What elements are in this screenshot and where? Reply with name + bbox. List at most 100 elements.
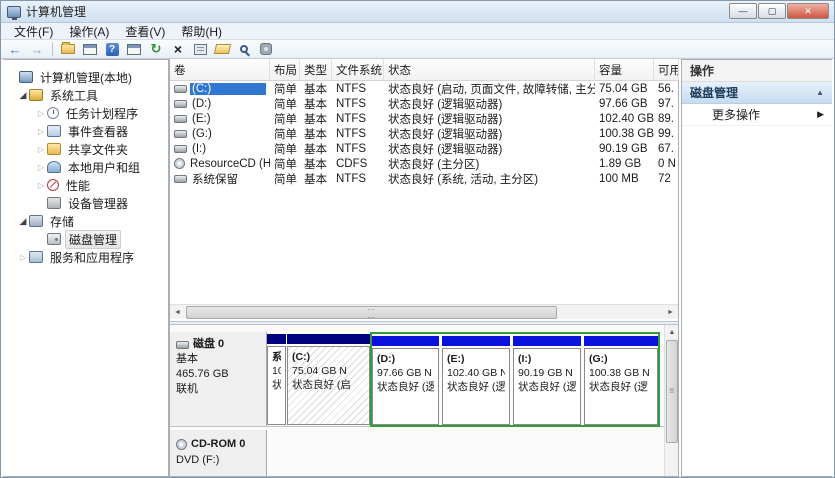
partition-g[interactable]: (G:) 100.38 GB N 状态良好 (逻: [584, 336, 658, 425]
tree-item-services-apps[interactable]: ▷ 服务和应用程序: [3, 248, 168, 266]
horizontal-scrollbar-thumb[interactable]: [186, 306, 557, 319]
drive-icon: [174, 175, 187, 183]
table-row-volume-c[interactable]: (C:) 简单 基本 NTFS 状态良好 (启动, 页面文件, 故障转储, 主分…: [170, 81, 678, 96]
actions-panel-title: 操作: [682, 60, 832, 82]
column-header-status[interactable]: 状态: [384, 59, 595, 80]
menu-bar: 文件(F) 操作(A) 查看(V) 帮助(H): [1, 23, 834, 40]
tree-item-system-tools[interactable]: ◢ 系统工具: [3, 86, 168, 104]
expander-closed-icon[interactable]: ▷: [35, 109, 47, 118]
table-row-volume-system-reserved[interactable]: 系统保留 简单 基本 NTFS 状态良好 (系统, 活动, 主分区) 100 M…: [170, 171, 678, 186]
horizontal-scrollbar[interactable]: ◄ ►: [170, 304, 678, 319]
disk-0-label[interactable]: 磁盘 0 基本 465.76 GB 联机: [170, 332, 267, 426]
event-viewer-icon: [47, 125, 61, 137]
back-icon[interactable]: ←: [6, 41, 24, 57]
tree-item-task-scheduler[interactable]: ▷ 任务计划程序: [3, 104, 168, 122]
disk-management-view: 卷 布局 类型 文件系统 状态 容量 可用 (C:) 简单 基本 NTFS 状态…: [169, 59, 679, 477]
column-header-filesystem[interactable]: 文件系统: [332, 59, 384, 80]
tree-item-shared-folders[interactable]: ▷ 共享文件夹: [3, 140, 168, 158]
open-folder-icon[interactable]: [213, 41, 231, 57]
partition-i[interactable]: (I:) 90.19 GB N 状态良好 (逻: [513, 336, 581, 425]
menu-help[interactable]: 帮助(H): [174, 22, 229, 41]
forward-icon[interactable]: →: [28, 41, 46, 57]
system-tools-icon: [29, 89, 43, 101]
device-manager-icon: [47, 197, 61, 209]
expander-open-icon[interactable]: ◢: [17, 216, 29, 227]
partition-system-reserved[interactable]: 系统 100 状态: [267, 334, 286, 425]
title-bar[interactable]: 计算机管理 — ▢ ✕: [1, 1, 834, 23]
window-title: 计算机管理: [26, 3, 86, 20]
partition-c[interactable]: (C:) 75.04 GB N 状态良好 (启: [287, 334, 370, 425]
column-header-type[interactable]: 类型: [300, 59, 332, 80]
tree-item-storage[interactable]: ◢ 存储: [3, 212, 168, 230]
primary-partition-band: [267, 334, 286, 344]
disk-management-icon: [47, 233, 61, 245]
actions-section-disk-management[interactable]: 磁盘管理 ▲: [682, 82, 832, 104]
logical-drive-band: [513, 336, 581, 346]
tree-item-computer-management[interactable]: 计算机管理(本地): [3, 68, 168, 86]
cdrom-0-label[interactable]: CD-ROM 0 DVD (F:): [170, 430, 267, 476]
tree-item-device-manager[interactable]: 设备管理器: [3, 194, 168, 212]
expander-closed-icon[interactable]: ▷: [35, 145, 47, 154]
delete-icon[interactable]: ×: [169, 41, 187, 57]
snap-in-icon[interactable]: [257, 41, 275, 57]
table-row-volume-resourcecd[interactable]: ResourceCD (H:) 简单 基本 CDFS 状态良好 (主分区) 1.…: [170, 156, 678, 171]
vertical-scrollbar[interactable]: ▲: [664, 325, 678, 476]
expander-closed-icon[interactable]: ▷: [35, 163, 47, 172]
column-header-layout[interactable]: 布局: [270, 59, 300, 80]
actions-panel: 操作 磁盘管理 ▲ 更多操作 ▶: [681, 59, 832, 477]
performance-icon: [47, 179, 59, 191]
expander-closed-icon[interactable]: ▷: [35, 127, 47, 136]
computer-management-window: 计算机管理 — ▢ ✕ 文件(F) 操作(A) 查看(V) 帮助(H) ← → …: [0, 0, 835, 478]
folder-icon[interactable]: [59, 41, 77, 57]
column-header-capacity[interactable]: 容量: [595, 59, 654, 80]
close-button[interactable]: ✕: [787, 3, 829, 19]
scroll-up-arrow-icon[interactable]: ▲: [666, 326, 678, 339]
toolbar: ← → ? ↻ ×: [1, 40, 834, 59]
search-icon[interactable]: [235, 41, 253, 57]
disk-0-row: 磁盘 0 基本 465.76 GB 联机 系统 100 状态: [170, 332, 664, 427]
volume-list-header: 卷 布局 类型 文件系统 状态 容量 可用: [170, 59, 678, 81]
table-row-volume-i[interactable]: (I:) 简单 基本 NTFS 状态良好 (逻辑驱动器) 90.19 GB 67…: [170, 141, 678, 156]
refresh-icon[interactable]: ↻: [147, 41, 165, 57]
menu-action[interactable]: 操作(A): [62, 22, 116, 41]
table-row-volume-g[interactable]: (G:) 简单 基本 NTFS 状态良好 (逻辑驱动器) 100.38 GB 9…: [170, 126, 678, 141]
app-icon: [7, 6, 21, 18]
table-row-volume-e[interactable]: (E:) 简单 基本 NTFS 状态良好 (逻辑驱动器) 102.40 GB 8…: [170, 111, 678, 126]
minimize-button[interactable]: —: [729, 3, 757, 19]
console-tree: 计算机管理(本地) ◢ 系统工具 ▷ 任务计划程序 ▷ 事件查看器 ▷ 共享文件…: [3, 59, 169, 477]
tree-item-performance[interactable]: ▷ 性能: [3, 176, 168, 194]
collapse-icon[interactable]: ▲: [816, 88, 824, 97]
expander-closed-icon[interactable]: ▷: [17, 253, 29, 262]
scroll-right-arrow-icon[interactable]: ►: [663, 306, 678, 319]
console-window-icon[interactable]: [125, 41, 143, 57]
logical-drive-band: [372, 336, 439, 346]
console-window-icon[interactable]: [81, 41, 99, 57]
logical-drive-band: [442, 336, 510, 346]
partition-e[interactable]: (E:) 102.40 GB N 状态良好 (逻: [442, 336, 510, 425]
help-icon[interactable]: ?: [103, 41, 121, 57]
drive-icon: [174, 115, 187, 123]
tree-item-event-viewer[interactable]: ▷ 事件查看器: [3, 122, 168, 140]
computer-icon: [19, 71, 33, 83]
expander-open-icon[interactable]: ◢: [17, 90, 29, 101]
properties-icon[interactable]: [191, 41, 209, 57]
vertical-scrollbar-thumb[interactable]: [666, 340, 678, 443]
more-actions-item[interactable]: 更多操作 ▶: [682, 104, 832, 126]
column-header-free[interactable]: 可用: [654, 59, 679, 80]
column-header-volume[interactable]: 卷: [170, 59, 270, 80]
tree-item-local-users[interactable]: ▷ 本地用户和组: [3, 158, 168, 176]
submenu-arrow-icon: ▶: [817, 109, 824, 120]
content-area: 计算机管理(本地) ◢ 系统工具 ▷ 任务计划程序 ▷ 事件查看器 ▷ 共享文件…: [1, 59, 834, 477]
primary-partition-band: [287, 334, 370, 344]
disk-0-type: 基本: [176, 352, 260, 367]
tree-item-disk-management[interactable]: 磁盘管理: [3, 230, 168, 248]
storage-icon: [29, 215, 43, 227]
maximize-button[interactable]: ▢: [758, 3, 786, 19]
table-row-volume-d[interactable]: (D:) 简单 基本 NTFS 状态良好 (逻辑驱动器) 97.66 GB 97…: [170, 96, 678, 111]
menu-file[interactable]: 文件(F): [7, 22, 60, 41]
scroll-left-arrow-icon[interactable]: ◄: [170, 306, 185, 319]
expander-closed-icon[interactable]: ▷: [35, 181, 47, 190]
toolbar-separator: [52, 42, 53, 56]
menu-view[interactable]: 查看(V): [118, 22, 172, 41]
partition-d[interactable]: (D:) 97.66 GB N 状态良好 (逻: [372, 336, 439, 425]
